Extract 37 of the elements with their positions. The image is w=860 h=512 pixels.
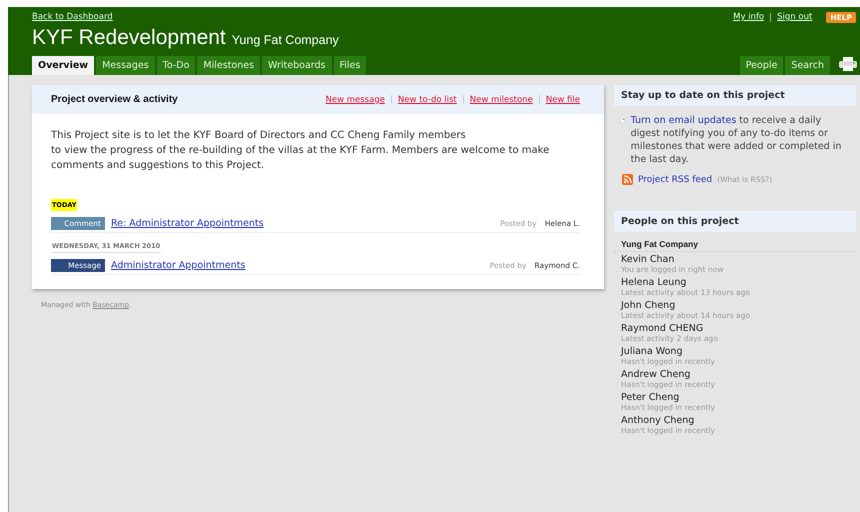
- email-updates-text: Turn on email updates to receive a daily digest notifying you of any to-do items or milestones that were added or completed in the last day.: [630, 114, 842, 166]
- nav-tab[interactable]: Milestones: [197, 56, 260, 75]
- nav-tab[interactable]: Files: [334, 56, 366, 75]
- nav-tab[interactable]: Overview: [32, 56, 94, 75]
- company-name: Yung Fat Company: [232, 33, 339, 47]
- section-heading: People on this project: [614, 211, 856, 232]
- new-item-link[interactable]: New message: [326, 94, 385, 104]
- user-link[interactable]: Sign out: [777, 12, 812, 22]
- person-name: Andrew Cheng: [621, 369, 692, 380]
- person-name: Anthony Cheng: [621, 415, 696, 426]
- back-link[interactable]: Back to Dashboard: [32, 12, 113, 22]
- person-name: Peter Cheng: [621, 392, 680, 403]
- nav-tab[interactable]: Writeboards: [262, 56, 332, 75]
- person-name: Helena Leung: [621, 277, 688, 288]
- person-name: Kevin Chan: [621, 254, 676, 265]
- activity-link[interactable]: Re: Administrator Appointments: [111, 218, 500, 229]
- section-heading: Stay up to date on this project: [614, 85, 856, 106]
- project-title: KYF Redevelopment: [32, 26, 226, 50]
- card-title: Project overview & activity: [51, 94, 178, 105]
- new-item-link[interactable]: New to-do list: [398, 94, 457, 104]
- project-description: This Project site is to let the KYF Board of Directors and CC Cheng Family members to view the progress of the re-building of the villas at the KYF Farm. Members are welcome to make comments and suggestions to this Project.: [51, 129, 550, 173]
- nav-tab[interactable]: Messages: [96, 56, 155, 75]
- new-item-link[interactable]: New file: [546, 94, 580, 104]
- rss-feed-link[interactable]: Project RSS feed: [638, 174, 712, 184]
- nav-tab[interactable]: Search: [785, 56, 830, 75]
- printer-icon[interactable]: [838, 56, 858, 72]
- company-heading: Yung Fat Company: [614, 232, 856, 252]
- nav-tab[interactable]: To-Do: [156, 56, 196, 75]
- person-name: Juliana Wong: [621, 346, 684, 357]
- person-name: John Cheng: [621, 300, 676, 311]
- user-link[interactable]: My info: [733, 12, 764, 22]
- nav-tab[interactable]: People: [740, 56, 784, 75]
- person-name: Raymond CHENG: [621, 323, 704, 334]
- activity-link[interactable]: Administrator Appointments: [111, 260, 490, 271]
- new-item-link[interactable]: New milestone: [470, 94, 533, 104]
- rss-icon: [622, 174, 633, 185]
- email-updates-link[interactable]: Turn on email updates: [630, 115, 736, 126]
